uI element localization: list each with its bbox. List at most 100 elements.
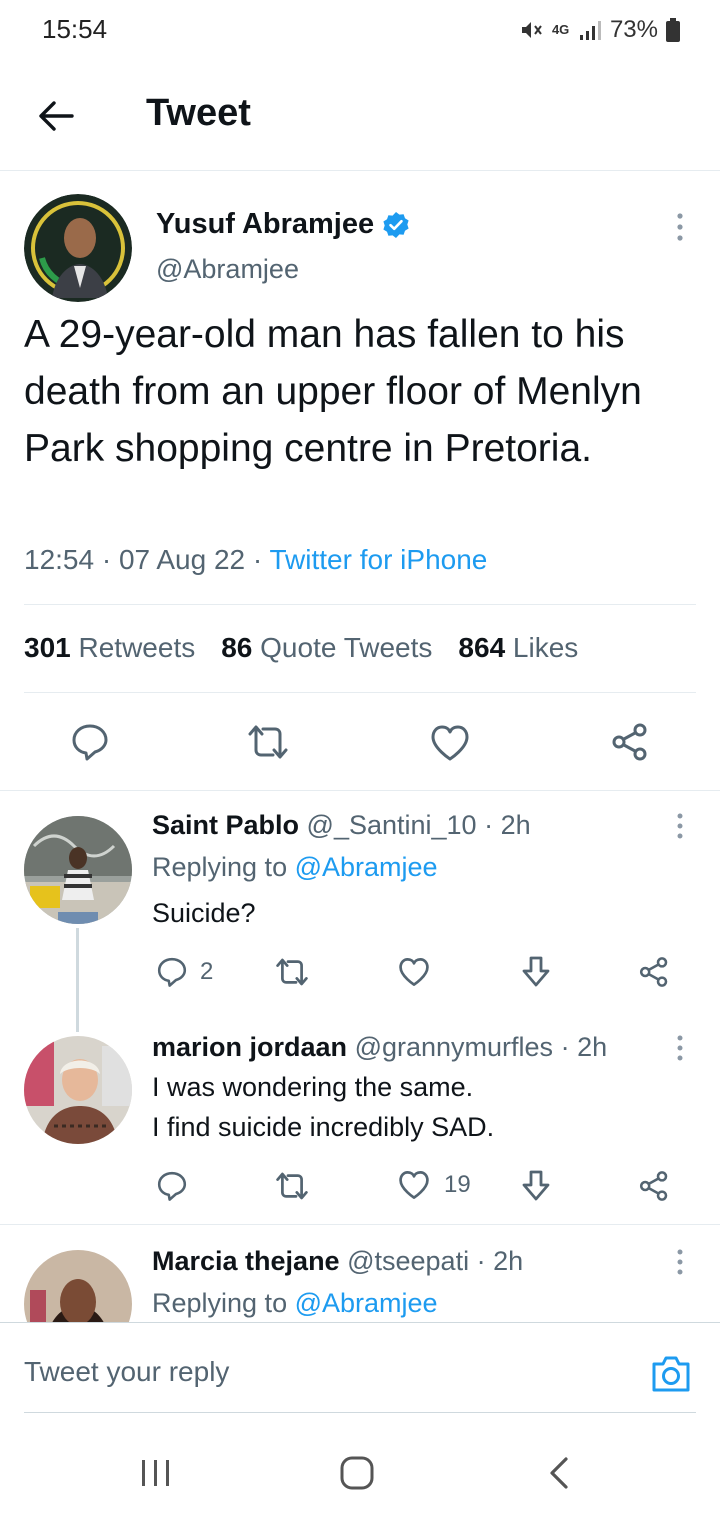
signal-icon	[579, 21, 601, 40]
author-photo	[24, 194, 132, 302]
like-count: 19	[444, 1171, 471, 1198]
reply-vote-button[interactable]	[520, 1169, 552, 1203]
page-title: Tweet	[146, 92, 251, 134]
reply-input[interactable]: Tweet your reply	[24, 1356, 229, 1388]
reply-time: 2h	[577, 1032, 608, 1062]
actions-divider	[0, 790, 720, 791]
recent-apps-button[interactable]	[138, 1456, 174, 1490]
reply-avatar[interactable]	[24, 816, 132, 924]
retweet-icon	[276, 1172, 308, 1200]
replying-to-line: Replying to @Abramjee	[152, 1288, 438, 1319]
reply-author-name[interactable]: marion jordaan	[152, 1032, 347, 1062]
reply-author-name[interactable]: Saint Pablo	[152, 810, 299, 840]
share-icon	[612, 723, 647, 761]
tweet-metadata: 12:54 · 07 Aug 22 · Twitter for iPhone	[24, 544, 487, 576]
home-icon	[340, 1456, 374, 1490]
reply-divider	[0, 1224, 720, 1225]
reply-icon	[157, 957, 187, 987]
add-photo-button[interactable]	[650, 1354, 692, 1394]
reply-button[interactable]	[70, 722, 110, 762]
reply-author-handle[interactable]: @tseepati	[347, 1246, 469, 1276]
reply-retweet-button[interactable]	[272, 1170, 312, 1202]
tweet-stats: 301 Retweets 86 Quote Tweets 864 Likes	[24, 632, 578, 664]
arrow-left-icon	[39, 101, 74, 131]
reply-header: Marcia thejane @tseepati · 2h	[152, 1246, 523, 1277]
author-avatar[interactable]	[24, 194, 132, 302]
tweet-more-button[interactable]	[672, 212, 688, 242]
reply-reply-button[interactable]	[156, 1170, 188, 1202]
header-divider	[0, 170, 720, 171]
reply-share-button[interactable]	[638, 956, 670, 988]
likes-stat[interactable]: 864 Likes	[458, 632, 578, 664]
chevron-left-icon	[550, 1457, 568, 1489]
quotes-stat[interactable]: 86 Quote Tweets	[221, 632, 432, 664]
retweet-icon	[248, 725, 288, 759]
meta-divider	[24, 604, 696, 605]
retweet-button[interactable]	[244, 722, 292, 762]
tweet-date: 07 Aug 22	[118, 544, 246, 575]
camera-icon	[652, 1356, 690, 1392]
reply-vote-button[interactable]	[520, 955, 552, 989]
quotes-label: Quote Tweets	[260, 632, 433, 663]
reply-icon	[157, 1171, 187, 1201]
reply-author-handle[interactable]: @grannymurfles	[355, 1032, 553, 1062]
more-vertical-icon	[677, 213, 683, 241]
heart-icon	[431, 725, 469, 761]
thread-connector	[76, 928, 79, 1032]
share-button[interactable]	[610, 722, 650, 762]
author-handle[interactable]: @Abramjee	[156, 254, 299, 285]
network-type: 4G	[551, 22, 570, 37]
meta-separator: ·	[476, 1246, 494, 1276]
more-vertical-icon	[677, 1035, 683, 1061]
retweets-stat[interactable]: 301 Retweets	[24, 632, 195, 664]
recent-apps-icon	[142, 1460, 169, 1486]
battery-icon	[666, 18, 680, 42]
reply-time: 2h	[500, 810, 531, 840]
reply-share-button[interactable]	[638, 1170, 670, 1202]
like-button[interactable]	[430, 724, 470, 762]
quotes-count: 86	[221, 632, 253, 663]
back-button[interactable]	[36, 96, 76, 136]
reply-reply-button[interactable]: 2	[156, 956, 213, 988]
reply-author-name[interactable]: Marcia thejane	[152, 1246, 340, 1276]
meta-separator: ·	[560, 1032, 578, 1062]
reply-more-button[interactable]	[672, 1248, 688, 1276]
battery-percent: 73%	[609, 16, 658, 43]
home-button[interactable]	[338, 1454, 376, 1492]
reply-avatar-photo	[24, 1250, 132, 1322]
reply-avatar[interactable]	[24, 1250, 132, 1322]
author-name-row[interactable]: Yusuf Abramjee	[156, 208, 410, 241]
replying-to-link[interactable]: @Abramjee	[295, 1288, 438, 1318]
reply-retweet-button[interactable]	[272, 956, 312, 988]
reply-more-button[interactable]	[672, 1034, 688, 1062]
downvote-arrow-icon	[522, 1170, 550, 1201]
retweets-count: 301	[24, 632, 71, 663]
meta-separator: ·	[252, 544, 270, 575]
share-icon	[639, 1171, 668, 1201]
heart-icon	[399, 1171, 429, 1199]
reply-avatar[interactable]	[24, 1036, 132, 1144]
mute-icon	[521, 22, 542, 38]
reply-like-button[interactable]: 19	[398, 1170, 471, 1200]
reply-header: Saint Pablo @_Santini_10 · 2h	[152, 810, 531, 841]
reply-avatar-photo	[24, 1036, 132, 1144]
status-time: 15:54	[42, 14, 108, 44]
tweet-source-link[interactable]: Twitter for iPhone	[269, 544, 487, 575]
reply-like-button[interactable]	[398, 957, 430, 987]
composer-underline	[24, 1412, 696, 1413]
heart-icon	[399, 958, 429, 986]
more-vertical-icon	[677, 813, 683, 839]
reply-text-line: I find suicide incredibly SAD.	[152, 1112, 495, 1142]
more-vertical-icon	[677, 1249, 683, 1275]
author-name[interactable]: Yusuf Abramjee	[156, 208, 374, 241]
downvote-arrow-icon	[522, 956, 550, 987]
replying-prefix: Replying to	[152, 1288, 288, 1318]
retweets-label: Retweets	[78, 632, 196, 663]
reply-more-button[interactable]	[672, 812, 688, 840]
meta-separator: ·	[101, 544, 119, 575]
tweet-text: A 29-year-old man has fallen to his deat…	[24, 313, 642, 470]
reply-author-handle[interactable]: @_Santini_10	[307, 810, 477, 840]
nav-back-button[interactable]	[544, 1456, 574, 1490]
replying-to-link[interactable]: @Abramjee	[295, 852, 438, 882]
share-icon	[639, 957, 668, 987]
